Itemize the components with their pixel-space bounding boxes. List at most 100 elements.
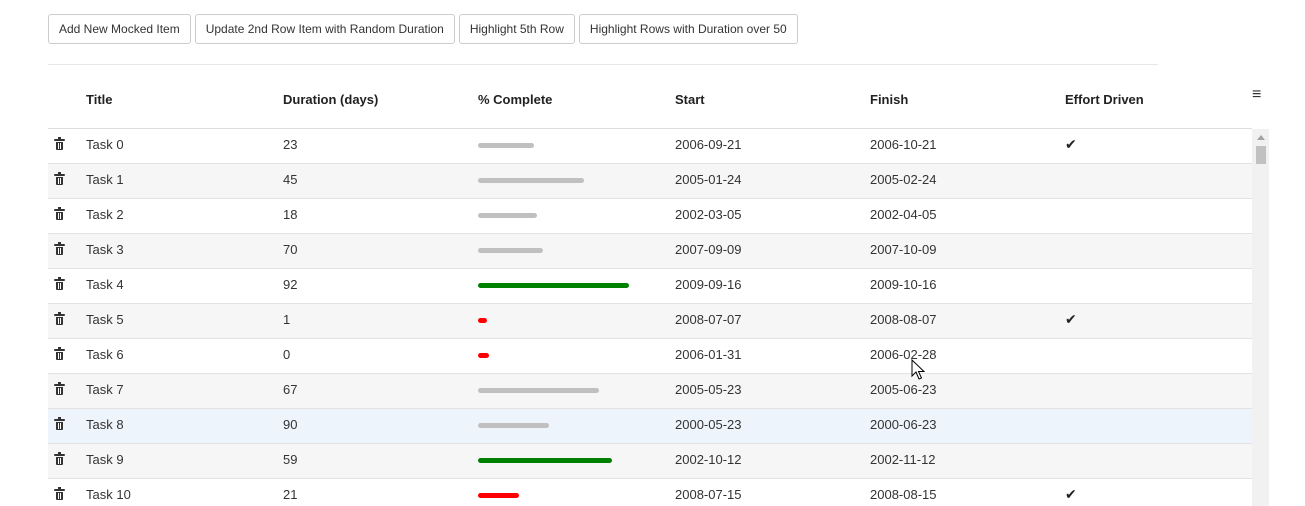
start-date-cell[interactable]: 2008-07-07: [675, 304, 742, 338]
duration-cell[interactable]: 1: [283, 304, 290, 338]
trash-icon[interactable]: [54, 304, 69, 338]
finish-date-cell[interactable]: 2002-04-05: [870, 199, 937, 233]
checkmark-icon: ✔: [1065, 486, 1077, 502]
finish-date-cell[interactable]: 2006-10-21: [870, 129, 937, 163]
duration-cell[interactable]: 59: [283, 444, 297, 478]
task-title-cell[interactable]: Task 10: [86, 479, 131, 506]
trash-icon[interactable]: [54, 164, 69, 198]
task-title-cell[interactable]: Task 4: [86, 269, 124, 303]
data-grid: Title Duration (days) % Complete Start F…: [48, 80, 1270, 506]
column-header-finish[interactable]: Finish: [870, 80, 908, 120]
table-row[interactable]: Task 2 18 2002-03-05 2002-04-05: [48, 199, 1252, 234]
trash-icon[interactable]: [54, 374, 69, 408]
column-header-start[interactable]: Start: [675, 80, 705, 120]
percent-complete-bar: [478, 423, 549, 428]
table-row[interactable]: Task 0 23 2006-09-21 2006-10-21 ✔: [48, 129, 1252, 164]
percent-complete-bar: [478, 493, 519, 498]
start-date-cell[interactable]: 2000-05-23: [675, 409, 742, 443]
hamburger-menu-icon[interactable]: ≡: [1252, 87, 1266, 103]
duration-cell[interactable]: 92: [283, 269, 297, 303]
table-row[interactable]: Task 3 70 2007-09-09 2007-10-09: [48, 234, 1252, 269]
table-row[interactable]: Task 8 90 2000-05-23 2000-06-23: [48, 409, 1252, 444]
effort-driven-cell[interactable]: ✔: [1065, 304, 1077, 338]
start-date-cell[interactable]: 2009-09-16: [675, 269, 742, 303]
trash-icon[interactable]: [54, 234, 69, 268]
task-title-cell[interactable]: Task 8: [86, 409, 124, 443]
table-row[interactable]: Task 1 45 2005-01-24 2005-02-24: [48, 164, 1252, 199]
start-date-cell[interactable]: 2006-09-21: [675, 129, 742, 163]
update-2nd-row-button[interactable]: Update 2nd Row Item with Random Duration: [194, 14, 455, 44]
table-row[interactable]: Task 9 59 2002-10-12 2002-11-12: [48, 444, 1252, 479]
table-row[interactable]: Task 5 1 2008-07-07 2008-08-07 ✔: [48, 304, 1252, 339]
percent-complete-bar: [478, 458, 612, 463]
grid-viewport: Task 0 23 2006-09-21 2006-10-21 ✔ Task 1 45 200…: [48, 129, 1252, 506]
trash-icon[interactable]: [54, 129, 69, 163]
task-title-cell[interactable]: Task 2: [86, 199, 124, 233]
duration-cell[interactable]: 67: [283, 374, 297, 408]
task-title-cell[interactable]: Task 7: [86, 374, 124, 408]
page: Add New Mocked Item Update 2nd Row Item …: [0, 0, 1305, 506]
duration-cell[interactable]: 18: [283, 199, 297, 233]
finish-date-cell[interactable]: 2000-06-23: [870, 409, 937, 443]
checkmark-icon: ✔: [1065, 311, 1077, 327]
task-title-cell[interactable]: Task 3: [86, 234, 124, 268]
duration-cell[interactable]: 0: [283, 339, 290, 373]
highlight-duration-over-50-button[interactable]: Highlight Rows with Duration over 50: [578, 14, 798, 44]
start-date-cell[interactable]: 2007-09-09: [675, 234, 742, 268]
start-date-cell[interactable]: 2005-05-23: [675, 374, 742, 408]
table-row[interactable]: Task 10 21 2008-07-15 2008-08-15 ✔: [48, 479, 1252, 506]
duration-cell[interactable]: 45: [283, 164, 297, 198]
duration-cell[interactable]: 90: [283, 409, 297, 443]
finish-date-cell[interactable]: 2008-08-07: [870, 304, 937, 338]
task-title-cell[interactable]: Task 9: [86, 444, 124, 478]
trash-icon[interactable]: [54, 479, 69, 506]
trash-icon[interactable]: [54, 444, 69, 478]
percent-complete-bar: [478, 318, 487, 323]
trash-icon[interactable]: [54, 199, 69, 233]
grid-header: Title Duration (days) % Complete Start F…: [48, 80, 1252, 129]
vertical-scrollbar[interactable]: [1252, 129, 1269, 506]
table-row[interactable]: Task 4 92 2009-09-16 2009-10-16: [48, 269, 1252, 304]
effort-driven-cell[interactable]: ✔: [1065, 129, 1077, 163]
column-header-title[interactable]: Title: [86, 80, 113, 120]
task-title-cell[interactable]: Task 6: [86, 339, 124, 373]
task-title-cell[interactable]: Task 0: [86, 129, 124, 163]
column-header-percent-complete[interactable]: % Complete: [478, 80, 552, 120]
start-date-cell[interactable]: 2008-07-15: [675, 479, 742, 506]
duration-cell[interactable]: 21: [283, 479, 297, 506]
percent-complete-bar: [478, 213, 537, 218]
task-title-cell[interactable]: Task 1: [86, 164, 124, 198]
finish-date-cell[interactable]: 2005-02-24: [870, 164, 937, 198]
toolbar: Add New Mocked Item Update 2nd Row Item …: [48, 14, 798, 44]
duration-cell[interactable]: 70: [283, 234, 297, 268]
start-date-cell[interactable]: 2006-01-31: [675, 339, 742, 373]
mouse-pointer-icon: [911, 359, 925, 380]
scroll-thumb[interactable]: [1256, 146, 1266, 164]
start-date-cell[interactable]: 2005-01-24: [675, 164, 742, 198]
finish-date-cell[interactable]: 2006-02-28: [870, 339, 937, 373]
percent-complete-bar: [478, 178, 584, 183]
add-new-mocked-item-button[interactable]: Add New Mocked Item: [48, 14, 191, 44]
trash-icon[interactable]: [54, 409, 69, 443]
checkmark-icon: ✔: [1065, 136, 1077, 152]
start-date-cell[interactable]: 2002-10-12: [675, 444, 742, 478]
finish-date-cell[interactable]: 2002-11-12: [870, 444, 936, 478]
trash-icon[interactable]: [54, 339, 69, 373]
highlight-5th-row-button[interactable]: Highlight 5th Row: [458, 14, 575, 44]
toolbar-divider: [48, 64, 1158, 65]
table-row[interactable]: Task 7 67 2005-05-23 2005-06-23: [48, 374, 1252, 409]
column-header-duration[interactable]: Duration (days): [283, 80, 378, 120]
finish-date-cell[interactable]: 2008-08-15: [870, 479, 937, 506]
scroll-up-arrow-icon[interactable]: [1257, 135, 1265, 140]
finish-date-cell[interactable]: 2009-10-16: [870, 269, 937, 303]
table-row[interactable]: Task 6 0 2006-01-31 2006-02-28: [48, 339, 1252, 374]
percent-complete-bar: [478, 283, 629, 288]
finish-date-cell[interactable]: 2007-10-09: [870, 234, 937, 268]
duration-cell[interactable]: 23: [283, 129, 297, 163]
trash-icon[interactable]: [54, 269, 69, 303]
task-title-cell[interactable]: Task 5: [86, 304, 124, 338]
finish-date-cell[interactable]: 2005-06-23: [870, 374, 937, 408]
effort-driven-cell[interactable]: ✔: [1065, 479, 1077, 506]
start-date-cell[interactable]: 2002-03-05: [675, 199, 742, 233]
column-header-effort-driven[interactable]: Effort Driven: [1065, 80, 1144, 120]
